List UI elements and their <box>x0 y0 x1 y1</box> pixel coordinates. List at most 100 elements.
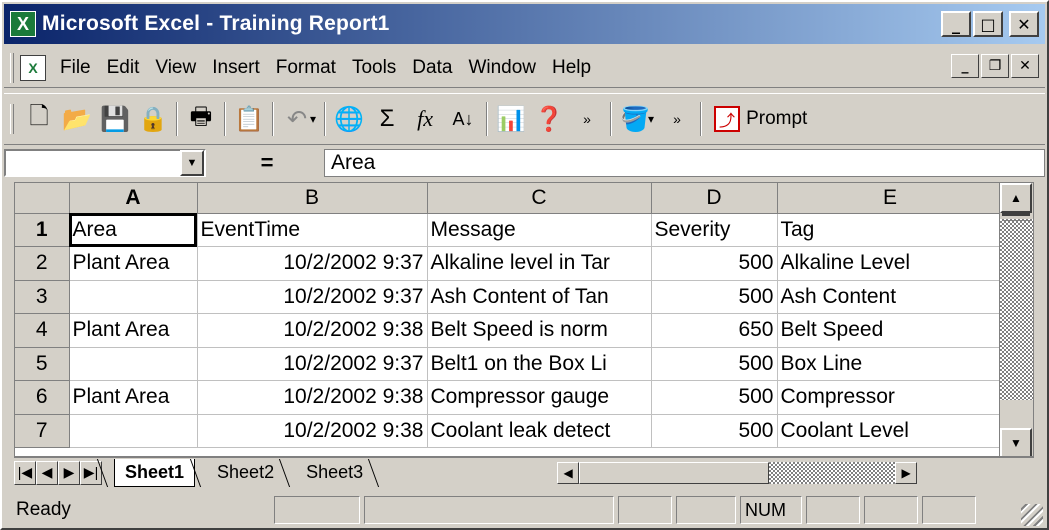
menu-window[interactable]: Window <box>460 57 544 79</box>
maximize-button[interactable]: □ <box>973 11 1003 37</box>
workbook-icon[interactable]: X <box>20 54 46 81</box>
workbook-close-button[interactable]: ✕ <box>1011 54 1039 78</box>
toolbar-options-icon[interactable]: » <box>658 99 696 139</box>
cell[interactable]: Belt Speed is norm <box>427 313 652 348</box>
previous-sheet-icon[interactable]: ◀ <box>36 460 58 485</box>
toolbar-grip[interactable] <box>10 104 14 134</box>
scroll-down-icon[interactable]: ▼ <box>1000 428 1032 456</box>
name-box-dropdown-icon[interactable]: ▼ <box>180 150 204 176</box>
cell[interactable]: Coolant Level <box>777 414 1004 448</box>
autosum-icon[interactable]: Σ <box>368 99 406 139</box>
workbook-restore-button[interactable]: ❐ <box>981 54 1009 78</box>
tab-sheet1[interactable]: Sheet1 <box>114 458 196 487</box>
cell[interactable]: 10/2/2002 9:38 <box>197 414 428 448</box>
row-header[interactable]: 5 <box>15 347 70 381</box>
cell[interactable]: 500 <box>651 414 778 448</box>
cell[interactable] <box>69 414 198 448</box>
toolbar-options-icon[interactable]: » <box>568 99 606 139</box>
cell[interactable]: Alkaline level in Tar <box>427 246 652 281</box>
row-header[interactable]: 4 <box>15 313 70 348</box>
menu-help[interactable]: Help <box>544 57 599 79</box>
row-header[interactable]: 1 <box>15 213 70 247</box>
horizontal-scrollbar[interactable]: ◀ ▶ <box>557 461 918 485</box>
scroll-up-icon[interactable]: ▲ <box>1000 183 1032 213</box>
cell-a1[interactable]: Area <box>69 213 198 247</box>
row-header[interactable]: 2 <box>15 246 70 281</box>
cell[interactable]: Belt Speed <box>777 313 1004 348</box>
cell[interactable]: Belt1 on the Box Li <box>427 347 652 381</box>
workbook-minimize-button[interactable]: _ <box>951 54 979 78</box>
menu-edit[interactable]: Edit <box>99 57 148 79</box>
cell[interactable] <box>69 347 198 381</box>
cell[interactable]: 10/2/2002 9:38 <box>197 380 428 415</box>
column-header-d[interactable]: D <box>651 183 778 214</box>
cell[interactable]: 500 <box>651 280 778 314</box>
cell[interactable] <box>69 280 198 314</box>
name-box[interactable] <box>4 149 206 177</box>
formula-equals[interactable]: = <box>210 150 324 176</box>
menu-tools[interactable]: Tools <box>344 57 404 79</box>
horizontal-scroll-thumb[interactable] <box>579 461 770 484</box>
column-header-e[interactable]: E <box>777 183 1004 214</box>
split-box[interactable] <box>1002 213 1030 221</box>
tab-sheet3[interactable]: Sheet3 <box>296 459 373 487</box>
paste-icon[interactable]: 📋 <box>230 99 268 139</box>
sort-ascending-icon[interactable]: A↓ <box>444 99 482 139</box>
chart-wizard-icon[interactable]: 📊 <box>492 99 530 139</box>
cell[interactable]: 500 <box>651 347 778 381</box>
horizontal-scroll-track[interactable] <box>579 461 896 484</box>
cell[interactable]: 500 <box>651 380 778 415</box>
open-icon[interactable]: 📂 <box>58 99 96 139</box>
prompt-button[interactable]: ⤴ Prompt <box>714 106 807 132</box>
cell[interactable]: 10/2/2002 9:37 <box>197 280 428 314</box>
hyperlink-icon[interactable]: 🌐 <box>330 99 368 139</box>
permission-icon[interactable]: 🔒 <box>134 99 172 139</box>
row-header[interactable]: 3 <box>15 280 70 314</box>
print-icon[interactable]: 🖶 <box>182 99 220 139</box>
close-button[interactable]: ✕ <box>1009 11 1039 37</box>
undo-dropdown-icon[interactable]: ▾ <box>310 112 316 126</box>
first-sheet-icon[interactable]: |◀ <box>14 460 36 485</box>
menu-format[interactable]: Format <box>268 57 344 79</box>
tab-sheet2[interactable]: Sheet2 <box>207 459 284 487</box>
cell[interactable]: Ash Content <box>777 280 1004 314</box>
cell[interactable]: 10/2/2002 9:37 <box>197 347 428 381</box>
cell[interactable]: 500 <box>651 246 778 281</box>
cell[interactable]: Plant Area <box>69 313 198 348</box>
column-header-c[interactable]: C <box>427 183 652 214</box>
row-header[interactable]: 7 <box>15 414 70 448</box>
menu-view[interactable]: View <box>147 57 204 79</box>
menu-file[interactable]: File <box>52 57 99 79</box>
column-header-a[interactable]: A <box>69 183 198 214</box>
cell[interactable]: Plant Area <box>69 380 198 415</box>
cell[interactable]: 650 <box>651 313 778 348</box>
row-header[interactable]: 6 <box>15 380 70 415</box>
select-all-corner[interactable] <box>15 183 70 214</box>
cell[interactable]: 10/2/2002 9:38 <box>197 313 428 348</box>
cell[interactable]: Compressor <box>777 380 1004 415</box>
cell[interactable]: Compressor gauge <box>427 380 652 415</box>
cell[interactable]: Message <box>427 213 652 247</box>
cell[interactable]: 10/2/2002 9:37 <box>197 246 428 281</box>
vertical-scroll-track[interactable] <box>1000 219 1033 400</box>
cell[interactable]: Box Line <box>777 347 1004 381</box>
column-header-b[interactable]: B <box>197 183 428 214</box>
save-icon[interactable]: 💾 <box>96 99 134 139</box>
menu-grip[interactable] <box>10 52 14 83</box>
formula-input[interactable]: Area <box>324 149 1045 177</box>
cell[interactable]: EventTime <box>197 213 428 247</box>
cell[interactable]: Ash Content of Tan <box>427 280 652 314</box>
vertical-scrollbar[interactable]: ▲ ▼ <box>999 183 1033 456</box>
cell[interactable]: Alkaline Level <box>777 246 1004 281</box>
menu-insert[interactable]: Insert <box>204 57 268 79</box>
scroll-right-icon[interactable]: ▶ <box>895 461 918 484</box>
cell[interactable]: Plant Area <box>69 246 198 281</box>
minimize-button[interactable]: _ <box>941 11 971 37</box>
scroll-left-icon[interactable]: ◀ <box>557 461 580 484</box>
next-sheet-icon[interactable]: ▶ <box>58 460 80 485</box>
fill-color-dropdown-icon[interactable]: ▾ <box>648 112 654 126</box>
new-icon[interactable]: 🗋 <box>20 99 58 139</box>
cell[interactable]: Tag <box>777 213 1004 247</box>
function-icon[interactable]: fx <box>406 99 444 139</box>
resize-grip-icon[interactable] <box>1021 504 1043 526</box>
